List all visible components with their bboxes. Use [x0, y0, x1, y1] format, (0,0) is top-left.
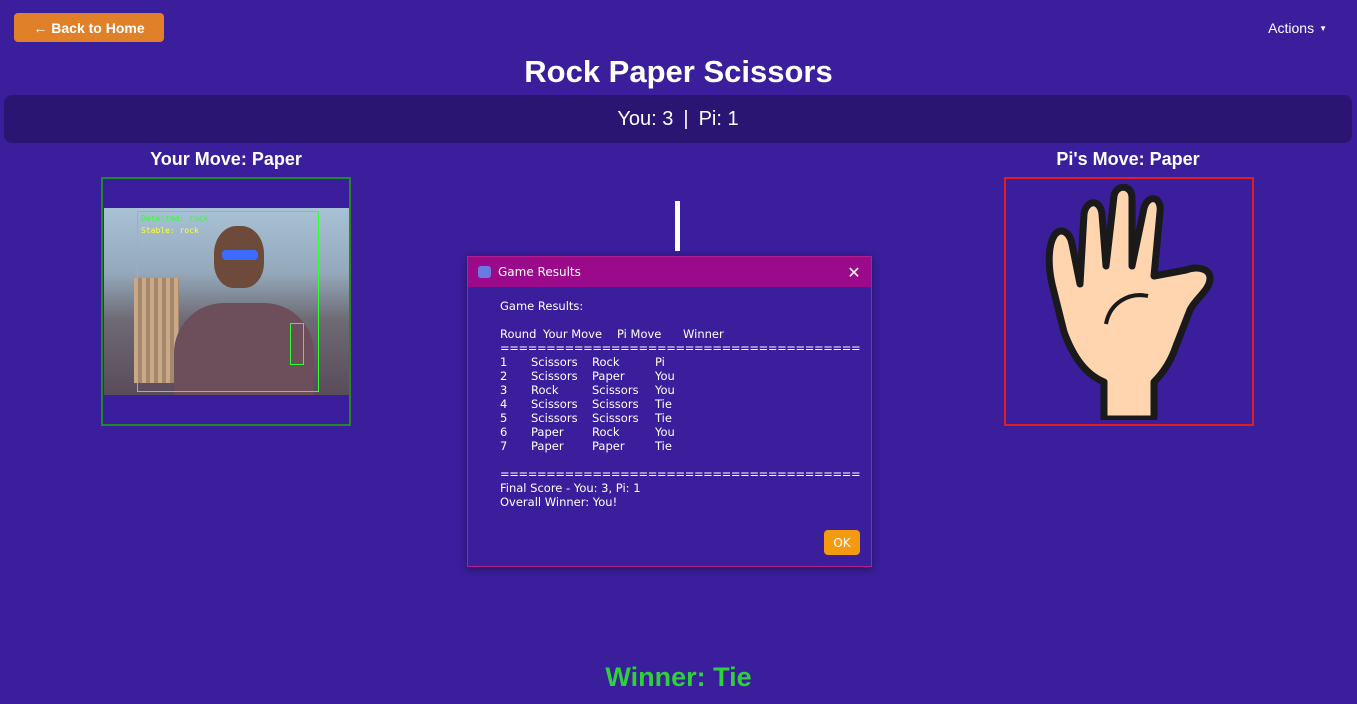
page-title: Rock Paper Scissors [524, 54, 833, 89]
pi-move-label: Pi's Move: Paper [1056, 149, 1200, 169]
results-table-row: 5 Scissors Scissors Tie [500, 411, 871, 425]
app-icon [478, 266, 491, 278]
results-table-row: 1 Scissors Rock Pi [500, 355, 871, 369]
pi-move-cell: Scissors [592, 411, 639, 425]
scoreboard: You: 3 | Pi: 1 [4, 95, 1352, 143]
pi-move-cell: Scissors [592, 397, 639, 411]
your-score: You: 3 [617, 107, 674, 130]
winner-cell: You [655, 425, 675, 439]
pi-move-cell: Rock [592, 355, 620, 369]
winner-cell: Tie [655, 397, 672, 411]
winner-cell: You [655, 383, 675, 397]
round-cell: 2 [500, 369, 508, 383]
results-header-row: Round Your Move Pi Move Winner [500, 327, 871, 341]
your-move-cell: Scissors [531, 369, 578, 383]
your-move-cell: Scissors [531, 411, 578, 425]
round-cell: 1 [500, 355, 508, 369]
pi-move-cell: Paper [592, 439, 625, 453]
winner-text: Winner: Tie [605, 662, 752, 692]
pi-move-cell: Paper [592, 369, 625, 383]
pi-move-cell: Rock [592, 425, 620, 439]
results-divider: ======================================== [500, 341, 860, 355]
winner-cell: Pi [655, 355, 665, 369]
detected-overlay-text: Detected: rock [141, 214, 209, 223]
round-cell: 6 [500, 425, 508, 439]
results-heading: Game Results: [500, 299, 584, 313]
your-move-cell: Rock [531, 383, 559, 397]
winner-cell: Tie [655, 439, 672, 453]
camera-feed: Detected: rock Stable: rock [104, 208, 349, 395]
round-cell: 3 [500, 383, 508, 397]
actions-menu[interactable]: Actions ▼ [1268, 20, 1327, 36]
results-divider-bottom: ======================================== [500, 467, 860, 481]
round-cell: 5 [500, 411, 508, 425]
final-score: Final Score - You: 3, Pi: 1 [500, 481, 641, 495]
pi-score: Pi: 1 [698, 107, 739, 130]
results-table-row: 6 Paper Rock You [500, 425, 871, 439]
col-winner: Winner [683, 327, 724, 341]
camera-frame: Detected: rock Stable: rock [101, 177, 351, 426]
round-cell: 4 [500, 397, 508, 411]
results-table-row: 7 Paper Paper Tie [500, 439, 871, 453]
results-table-row: 2 Scissors Paper You [500, 369, 871, 383]
results-table-row: 4 Scissors Scissors Tie [500, 397, 871, 411]
dialog-titlebar: Game Results ✕ [468, 257, 871, 287]
your-move-cell: Scissors [531, 397, 578, 411]
overall-winner: Overall Winner: You! [500, 495, 618, 509]
dialog-body: Game Results: Round Your Move Pi Move Winne… [468, 287, 871, 509]
results-table-row: 3 Rock Scissors You [500, 383, 871, 397]
winner-cell: You [655, 369, 675, 383]
score-separator: | [683, 107, 689, 130]
round-cell: 7 [500, 439, 508, 453]
col-round: Round [500, 327, 537, 341]
stable-overlay-text: Stable: rock [141, 226, 199, 235]
your-move-cell: Paper [531, 425, 564, 439]
your-move-cell: Paper [531, 439, 564, 453]
open-hand-icon [1045, 183, 1214, 420]
col-your-move: Your Move [543, 327, 603, 341]
your-move-label: Your Move: Paper [150, 149, 302, 169]
center-divider-bar [675, 201, 680, 251]
your-move-cell: Scissors [531, 355, 578, 369]
pi-move-frame [1004, 177, 1254, 426]
back-to-home-button[interactable]: ← Back to Home [14, 13, 164, 42]
close-icon[interactable]: ✕ [837, 257, 871, 287]
actions-label: Actions [1268, 20, 1315, 36]
col-pi-move: Pi Move [617, 327, 662, 341]
hand-contour [290, 323, 304, 365]
pi-move-cell: Scissors [592, 383, 639, 397]
dialog-title: Game Results [498, 265, 581, 279]
ok-button[interactable]: OK [824, 530, 860, 555]
chevron-down-icon: ▼ [1319, 23, 1327, 33]
game-results-dialog: Game Results ✕ Game Results: Round Your M… [467, 256, 872, 567]
winner-cell: Tie [655, 411, 672, 425]
